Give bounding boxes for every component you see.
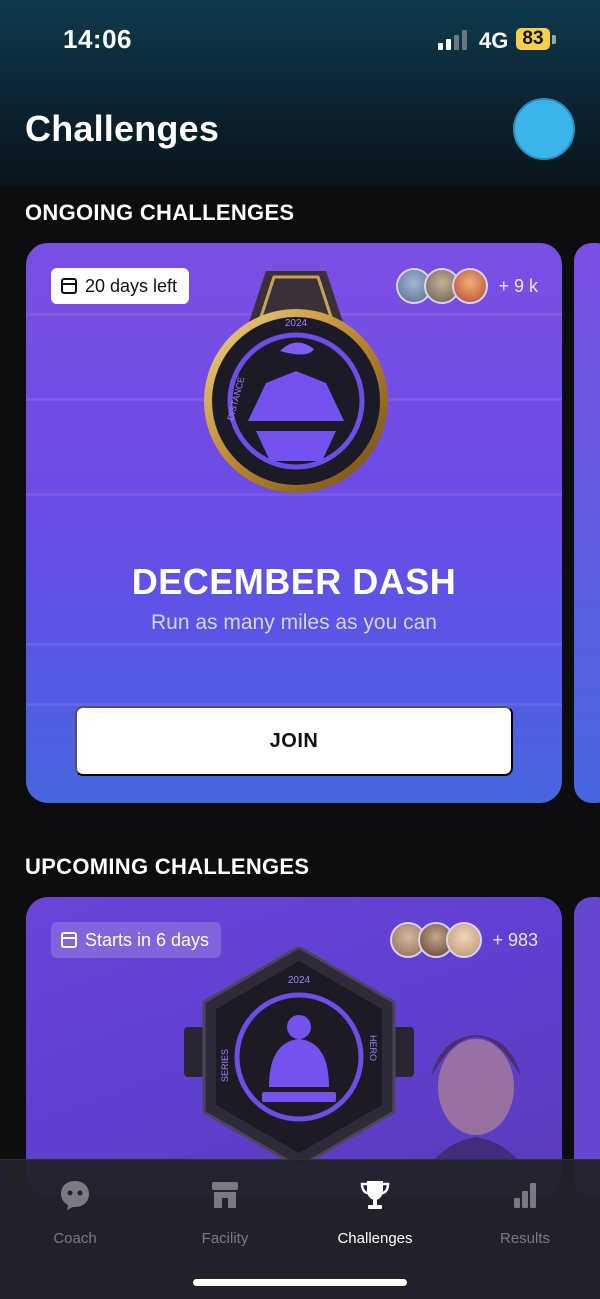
section-title-ongoing: ONGOING CHALLENGES: [25, 200, 295, 225]
network-label: 4G: [479, 28, 509, 53]
participant-avatar: [452, 268, 489, 304]
svg-text:2024: 2024: [285, 318, 308, 329]
challenge-subtitle: Run as many miles as you can: [151, 611, 437, 634]
days-left-badge: 20 days left: [51, 268, 190, 304]
storefront-icon: [150, 1178, 300, 1212]
participant-count: + 983: [492, 929, 538, 950]
section-title-upcoming: UPCOMING CHALLENGES: [25, 854, 310, 879]
calendar-icon: [61, 278, 77, 294]
svg-text:2024: 2024: [288, 975, 311, 986]
challenge-card-december-dash[interactable]: 20 days left + 9 k 2024 DISTANCE DECEMBE…: [26, 243, 562, 803]
next-upcoming-card-peek[interactable]: [574, 897, 600, 1197]
home-indicator[interactable]: [193, 1279, 407, 1286]
status-time: 14:06: [63, 24, 132, 54]
calendar-icon: [61, 932, 77, 948]
participant-count: + 9 k: [498, 275, 538, 296]
page-title: Challenges: [25, 108, 220, 149]
tab-coach[interactable]: Coach: [0, 1178, 150, 1247]
svg-text:SERIES: SERIES: [220, 1049, 230, 1082]
status-bar: 14:06 4G 83: [0, 0, 600, 80]
signal-icon: [438, 30, 467, 50]
tab-label: Coach: [53, 1230, 97, 1247]
trophy-icon: [300, 1178, 450, 1212]
join-button[interactable]: JOIN: [75, 706, 513, 776]
days-left-text: 20 days left: [85, 275, 178, 296]
bottom-tab-bar: Coach Facility Challenges Results: [0, 1159, 600, 1299]
tab-facility[interactable]: Facility: [150, 1178, 300, 1247]
svg-text:HERO: HERO: [368, 1035, 378, 1061]
series-hero-medal-icon: 2024 SERIES HERO: [184, 947, 414, 1169]
participants-group[interactable]: + 9 k: [396, 268, 538, 304]
battery-cap: [552, 35, 556, 44]
profile-avatar-button[interactable]: [513, 98, 575, 160]
challenge-title: DECEMBER DASH: [131, 561, 457, 602]
tab-label: Results: [499, 1230, 551, 1247]
battery-icon: 83: [516, 28, 550, 50]
distance-medal-icon: 2024 DISTANCE: [204, 271, 388, 493]
next-ongoing-card-peek[interactable]: [574, 243, 600, 803]
header: 14:06 4G 83 Challenges: [0, 0, 600, 185]
challenge-card-series-hero[interactable]: Starts in 6 days + 983 2024 SERIES HERO: [26, 897, 562, 1197]
tab-label: Facility: [201, 1230, 249, 1247]
tab-label: Challenges: [337, 1230, 413, 1247]
participant-avatar: [446, 922, 483, 958]
tab-challenges[interactable]: Challenges: [300, 1178, 450, 1247]
tab-results[interactable]: Results: [450, 1178, 600, 1247]
chat-face-icon: [0, 1178, 150, 1212]
bar-chart-icon: [450, 1178, 600, 1212]
